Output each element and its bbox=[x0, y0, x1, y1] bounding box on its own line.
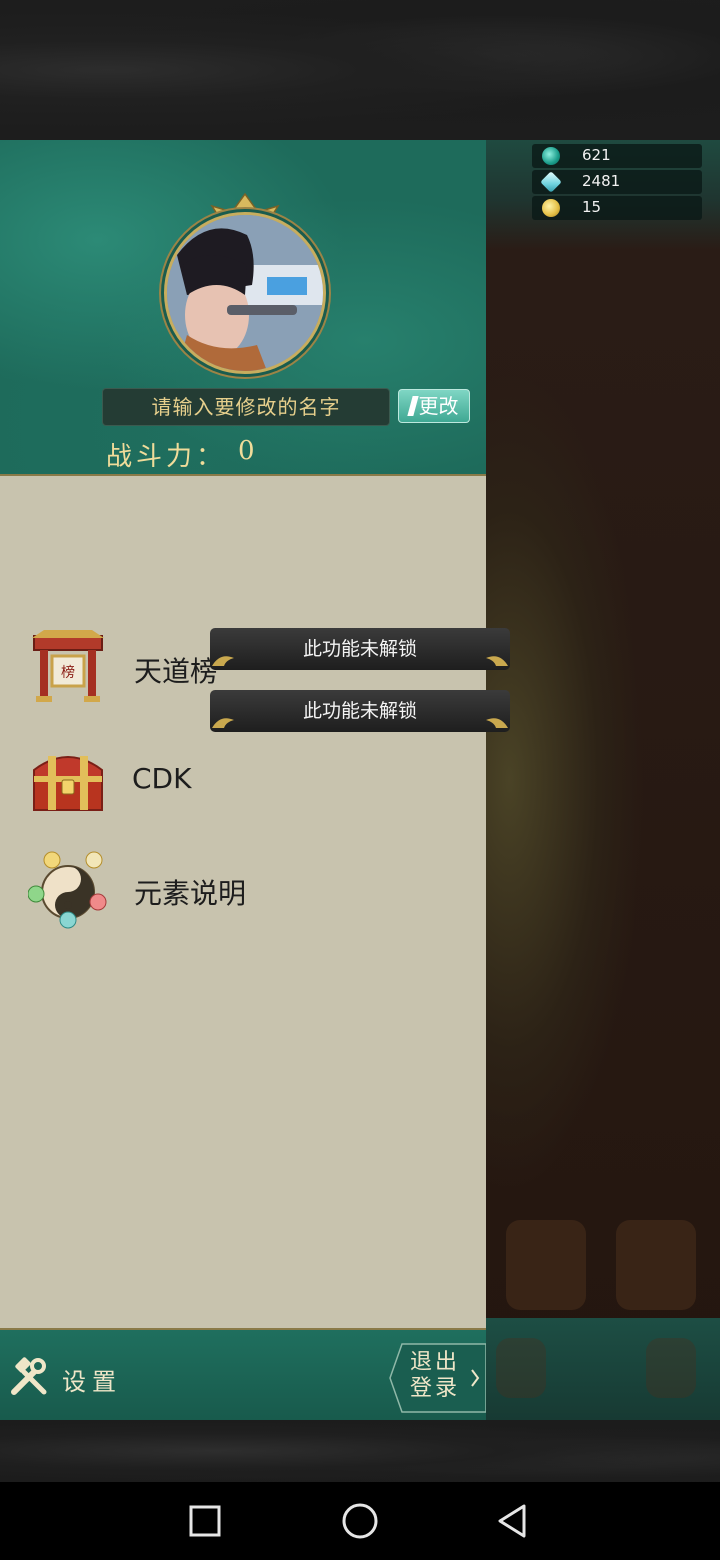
change-name-button[interactable]: 更改 bbox=[398, 389, 470, 423]
resource-row-gold: 15 bbox=[532, 196, 702, 220]
blurred-nav-icon bbox=[646, 1338, 696, 1398]
toast-text: 此功能未解锁 bbox=[302, 638, 417, 660]
portrait-photo-icon bbox=[167, 215, 323, 371]
power-label: 战斗力： bbox=[106, 442, 227, 472]
change-name-label: 更改 bbox=[418, 394, 459, 418]
logout-label: 退出登录 bbox=[410, 1350, 461, 1401]
brush-icon bbox=[406, 396, 419, 416]
game-bottom-bar bbox=[486, 1318, 720, 1420]
corner-ornament-icon bbox=[486, 656, 508, 666]
crystal-icon bbox=[540, 171, 562, 193]
corner-ornament-icon bbox=[212, 718, 234, 728]
power-value: 0 bbox=[238, 436, 255, 466]
corner-ornament-icon bbox=[212, 656, 234, 666]
svg-text:榜: 榜 bbox=[61, 664, 75, 681]
menu-item-label: CDK bbox=[132, 762, 192, 795]
leaderboard-gate-icon: 榜 bbox=[32, 630, 104, 702]
game-scene-background bbox=[486, 140, 720, 1420]
back-icon[interactable] bbox=[490, 1498, 536, 1544]
background-bottom bbox=[0, 1420, 720, 1482]
yin-yang-elements-icon bbox=[28, 851, 107, 929]
name-input[interactable]: 请输入要修改的名字 bbox=[102, 388, 390, 426]
menu-item-cdk[interactable]: CDK bbox=[28, 740, 478, 820]
blurred-building-icon bbox=[506, 1220, 586, 1310]
resource-value: 2481 bbox=[582, 172, 621, 190]
settings-button[interactable]: 设置 bbox=[8, 1352, 128, 1402]
system-nav-bar bbox=[0, 1482, 720, 1560]
jade-orb-icon bbox=[542, 147, 560, 165]
treasure-chest-icon bbox=[33, 756, 103, 811]
locked-toast: 此功能未解锁 bbox=[210, 628, 510, 670]
resource-row-jade: 621 bbox=[532, 144, 702, 168]
menu-item-label: 天道榜 bbox=[134, 655, 219, 688]
resource-value: 15 bbox=[582, 198, 602, 216]
avatar-image bbox=[164, 212, 326, 374]
gold-nugget-icon bbox=[542, 199, 560, 217]
menu-item-elements[interactable]: 元素说明 bbox=[28, 850, 478, 930]
resource-panel: 621 2481 15 bbox=[532, 144, 702, 222]
settings-label: 设置 bbox=[62, 1368, 122, 1396]
resource-value: 621 bbox=[582, 146, 611, 164]
tools-icon bbox=[11, 1357, 47, 1395]
toast-text: 此功能未解锁 bbox=[302, 700, 417, 722]
background-top bbox=[0, 0, 720, 140]
recent-apps-icon[interactable] bbox=[182, 1498, 228, 1544]
home-icon[interactable] bbox=[337, 1498, 383, 1544]
logout-button[interactable]: 退出登录 bbox=[388, 1342, 486, 1414]
avatar[interactable] bbox=[158, 192, 332, 382]
blurred-building-icon bbox=[616, 1220, 696, 1310]
corner-ornament-icon bbox=[486, 718, 508, 728]
blurred-nav-icon bbox=[496, 1338, 546, 1398]
resource-row-crystal: 2481 bbox=[532, 170, 702, 194]
menu-item-label: 元素说明 bbox=[134, 877, 247, 910]
locked-toast: 此功能未解锁 bbox=[210, 690, 510, 732]
